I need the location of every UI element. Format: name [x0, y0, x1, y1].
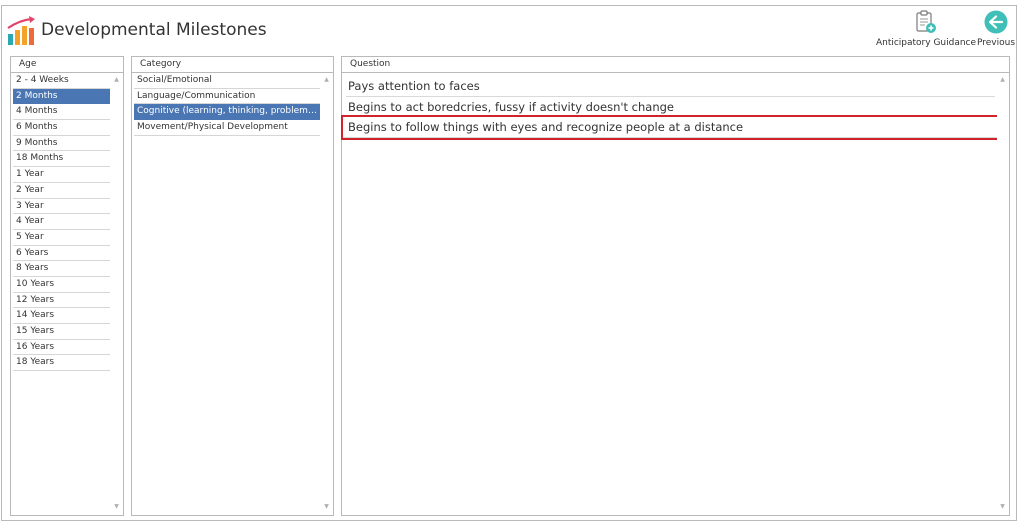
previous-label: Previous — [976, 38, 1016, 48]
age-list-item[interactable]: 10 Years — [13, 277, 110, 293]
category-header: Category — [132, 57, 333, 73]
category-list: Social/Emotional Language/Communication Co… — [134, 73, 320, 513]
age-list-item[interactable]: 2 - 4 Weeks — [13, 73, 110, 89]
age-list-item[interactable]: 5 Year — [13, 230, 110, 246]
age-list-item[interactable]: 4 Year — [13, 214, 110, 230]
age-list-item[interactable]: 18 Months — [13, 151, 110, 168]
age-list-item[interactable]: 2 Months — [13, 88, 110, 105]
age-list-item[interactable]: 4 Months — [13, 104, 110, 121]
scroll-down-icon[interactable]: ▼ — [997, 502, 1008, 512]
age-list-item[interactable]: 8 Years — [13, 261, 110, 277]
age-list-item[interactable]: 12 Years — [13, 293, 110, 309]
age-list: 2 - 4 Weeks 2 Months 4 Months 6 Months 9 Mon… — [13, 73, 110, 513]
anticipatory-guidance-label: Anticipatory Guidance — [875, 38, 977, 48]
question-list: Pays attention to faces Begins to act bor… — [341, 76, 1006, 140]
category-list-item[interactable]: Movement/Physical Development — [134, 120, 320, 136]
question-list-item[interactable]: Begins to act boredcries, fussy if activ… — [346, 97, 995, 117]
clipboard-add-icon — [916, 10, 936, 33]
arrow-left-circle-icon — [984, 10, 1008, 34]
category-list-item[interactable]: Cognitive (learning, thinking, problem-s… — [134, 104, 320, 121]
age-list-item[interactable]: 6 Years — [13, 246, 110, 262]
category-panel: Category Social/Emotional Language/Commun… — [131, 56, 334, 516]
question-header: Question — [342, 57, 1009, 73]
scroll-up-icon[interactable]: ▲ — [111, 75, 122, 85]
category-list-item[interactable]: Social/Emotional — [134, 73, 320, 89]
scroll-down-icon[interactable]: ▼ — [321, 502, 332, 512]
age-list-item[interactable]: 2 Year — [13, 183, 110, 199]
age-list-item[interactable]: 18 Years — [13, 355, 110, 372]
age-list-item[interactable]: 14 Years — [13, 308, 110, 324]
category-scrollbar[interactable]: ▲ ▼ — [321, 73, 332, 514]
bar-chart-trend-icon — [7, 16, 35, 45]
age-list-item[interactable]: 15 Years — [13, 324, 110, 340]
age-scrollbar[interactable]: ▲ ▼ — [111, 73, 122, 514]
previous-button[interactable]: Previous — [976, 10, 1016, 48]
question-list-item[interactable]: Begins to follow things with eyes and re… — [341, 115, 1006, 140]
app-header: Developmental Milestones — [6, 14, 267, 46]
question-list-item[interactable]: Pays attention to faces — [346, 76, 995, 97]
scroll-down-icon[interactable]: ▼ — [111, 502, 122, 512]
age-list-item[interactable]: 1 Year — [13, 167, 110, 183]
question-panel: Question Pays attention to faces Begins t… — [341, 56, 1010, 516]
scroll-up-icon[interactable]: ▲ — [321, 75, 332, 85]
age-list-item[interactable]: 3 Year — [13, 199, 110, 215]
question-scrollbar[interactable]: ▲ ▼ — [997, 73, 1008, 514]
age-list-item[interactable]: 6 Months — [13, 120, 110, 136]
scroll-up-icon[interactable]: ▲ — [997, 75, 1008, 85]
age-list-item[interactable]: 9 Months — [13, 136, 110, 152]
age-header: Age — [11, 57, 123, 73]
page-title: Developmental Milestones — [41, 20, 267, 40]
age-panel: Age 2 - 4 Weeks 2 Months 4 Months 6 Months 9… — [10, 56, 124, 516]
anticipatory-guidance-button[interactable]: Anticipatory Guidance — [876, 10, 976, 48]
category-list-item[interactable]: Language/Communication — [134, 89, 320, 105]
age-list-item[interactable]: 16 Years — [13, 340, 110, 356]
